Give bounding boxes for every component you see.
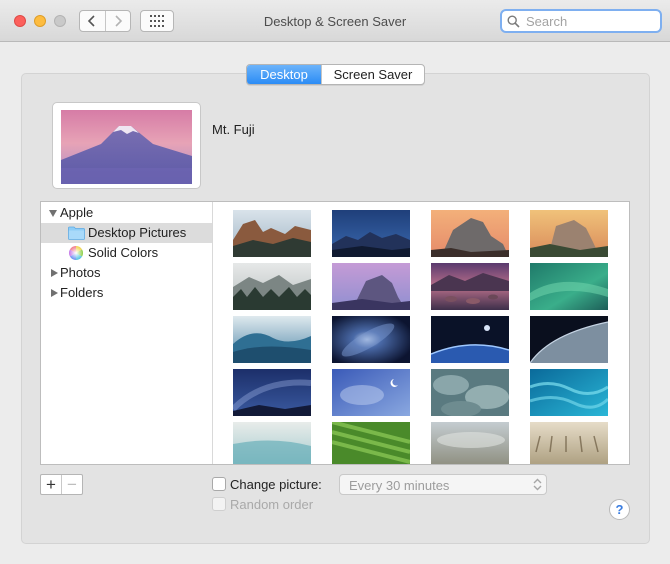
sidebar-item-solid-colors[interactable]: Solid Colors xyxy=(41,243,212,263)
wallpaper-thumbnail[interactable] xyxy=(530,210,608,257)
wallpaper-thumbnail[interactable] xyxy=(431,263,509,310)
source-list: Apple Desktop Pictures Solid Colors Phot… xyxy=(41,202,213,464)
disclosure-right-icon[interactable] xyxy=(51,289,58,297)
wallpaper-thumbnail[interactable] xyxy=(233,422,311,464)
disclosure-down-icon[interactable] xyxy=(49,210,57,217)
wallpaper-thumbnail[interactable] xyxy=(431,210,509,257)
wallpaper-preview xyxy=(52,102,201,189)
mt-fuji-image xyxy=(61,110,192,184)
tab-desktop[interactable]: Desktop xyxy=(247,65,321,84)
wallpaper-name: Mt. Fuji xyxy=(212,122,255,137)
change-interval-value: Every 30 minutes xyxy=(349,478,450,493)
sidebar-item-photos[interactable]: Photos xyxy=(41,263,212,283)
wallpaper-thumbnail[interactable] xyxy=(431,369,509,416)
wallpaper-thumbnail[interactable] xyxy=(530,369,608,416)
wallpaper-thumbnail[interactable] xyxy=(332,369,410,416)
wallpaper-thumbnail[interactable] xyxy=(530,316,608,363)
wallpaper-thumbnail[interactable] xyxy=(233,210,311,257)
change-interval-select[interactable]: Every 30 minutes xyxy=(339,474,547,495)
add-remove-buttons: + − xyxy=(40,474,83,495)
sidebar-item-folders[interactable]: Folders xyxy=(41,283,212,303)
search-input[interactable] xyxy=(524,13,656,29)
sidebar-item-apple[interactable]: Apple xyxy=(41,203,212,223)
tab-screen-saver[interactable]: Screen Saver xyxy=(321,65,424,84)
title-bar: Desktop & Screen Saver xyxy=(0,0,670,42)
sidebar-item-desktop-pictures[interactable]: Desktop Pictures xyxy=(41,223,212,243)
wallpaper-thumbnail[interactable] xyxy=(332,263,410,310)
wallpaper-thumbnail[interactable] xyxy=(431,422,509,464)
wallpaper-thumbnail[interactable] xyxy=(332,422,410,464)
disclosure-right-icon[interactable] xyxy=(51,269,58,277)
tab-bar: Desktop Screen Saver xyxy=(246,64,425,85)
change-picture-checkbox[interactable] xyxy=(212,477,226,491)
help-button[interactable]: ? xyxy=(609,499,630,520)
add-folder-button[interactable]: + xyxy=(41,475,61,494)
wallpaper-grid xyxy=(214,202,629,464)
color-wheel-icon xyxy=(69,246,83,260)
search-icon xyxy=(507,15,520,28)
select-arrows-icon xyxy=(533,478,542,491)
wallpaper-thumbnail[interactable] xyxy=(332,210,410,257)
wallpaper-thumbnail[interactable] xyxy=(233,316,311,363)
search-field[interactable] xyxy=(500,9,662,33)
random-order-label: Random order xyxy=(230,497,314,512)
wallpaper-browser: Apple Desktop Pictures Solid Colors Phot… xyxy=(40,201,630,465)
remove-folder-button[interactable]: − xyxy=(61,475,82,494)
wallpaper-thumbnail[interactable] xyxy=(431,316,509,363)
change-picture-label: Change picture: xyxy=(230,477,322,492)
folder-icon xyxy=(68,226,85,240)
wallpaper-thumbnail[interactable] xyxy=(530,422,608,464)
wallpaper-thumbnail[interactable] xyxy=(332,316,410,363)
wallpaper-thumbnail[interactable] xyxy=(233,263,311,310)
wallpaper-thumbnail[interactable] xyxy=(233,369,311,416)
wallpaper-thumbnail[interactable] xyxy=(530,263,608,310)
random-order-checkbox[interactable] xyxy=(212,497,226,511)
